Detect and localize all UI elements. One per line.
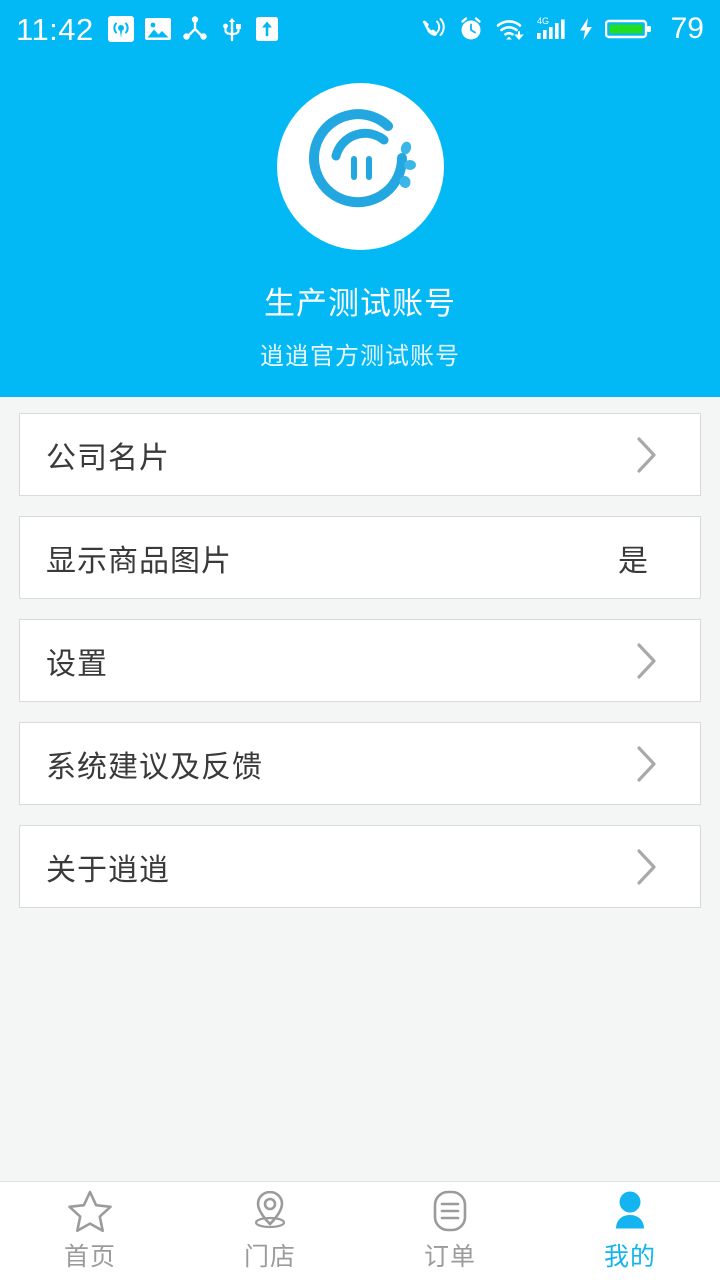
account-name: 生产测试账号: [264, 286, 456, 321]
tab-label: 订单: [423, 1243, 476, 1271]
tab-label: 首页: [63, 1243, 116, 1271]
charging-bolt-icon: [577, 15, 595, 43]
battery-icon: [604, 15, 653, 43]
tab-home[interactable]: 首页: [0, 1182, 180, 1280]
location-pin-icon: [247, 1189, 293, 1233]
menu-row-settings[interactable]: 设置: [19, 619, 701, 702]
order-list-icon: [428, 1189, 472, 1233]
bottom-tab-bar: 首页 门店 订单 我的: [0, 1181, 720, 1280]
menu-row-label: 设置: [46, 647, 108, 681]
avatar[interactable]: [276, 83, 444, 250]
usb-icon: [218, 15, 246, 43]
hotspot-icon: [107, 15, 135, 43]
chevron-right-icon: [637, 642, 656, 679]
wifi-download-icon: [495, 15, 525, 43]
app-screen: 11:42 4G 79 生产测试账号 逍逍官方测试账号 公司名片 显示商品图片 …: [0, 0, 720, 1280]
tab-mine[interactable]: 我的: [540, 1182, 720, 1280]
menu-list: 公司名片 显示商品图片 是 设置 系统建议及反馈 关于逍逍: [0, 397, 720, 908]
upload-icon: [255, 15, 279, 43]
tab-orders[interactable]: 订单: [360, 1182, 540, 1280]
battery-percentage: 79: [670, 12, 704, 45]
person-icon: [608, 1189, 652, 1233]
chevron-right-icon: [637, 436, 656, 473]
menu-row-show-product-images[interactable]: 显示商品图片 是: [19, 516, 701, 599]
share-nodes-icon: [181, 15, 209, 43]
status-bar-left-icons: [107, 15, 279, 43]
chevron-right-icon: [637, 848, 656, 885]
menu-row-label: 系统建议及反馈: [46, 750, 263, 784]
star-icon: [67, 1189, 113, 1233]
tab-stores[interactable]: 门店: [180, 1182, 360, 1280]
signal-4g-icon: 4G: [535, 15, 567, 43]
menu-row-feedback[interactable]: 系统建议及反馈: [19, 722, 701, 805]
status-bar: 11:42 4G 79: [0, 0, 720, 58]
svg-text:4G: 4G: [537, 16, 549, 26]
profile-header: 生产测试账号 逍逍官方测试账号: [0, 58, 720, 397]
image-icon: [144, 15, 172, 43]
menu-row-label: 关于逍逍: [46, 853, 170, 887]
alarm-clock-icon: [457, 15, 485, 43]
menu-row-label: 显示商品图片: [46, 544, 232, 578]
menu-row-value: 是: [618, 544, 648, 578]
menu-row-about[interactable]: 关于逍逍: [19, 825, 701, 908]
menu-row-company-card[interactable]: 公司名片: [19, 413, 701, 496]
chevron-right-icon: [637, 745, 656, 782]
vibrate-call-icon: [419, 15, 447, 43]
tab-label: 我的: [603, 1243, 656, 1271]
xiaoxiao-logo-icon: [296, 100, 424, 233]
status-bar-time: 11:42: [16, 11, 94, 47]
menu-row-label: 公司名片: [46, 441, 170, 475]
status-bar-right-icons: 4G 79: [419, 14, 704, 44]
account-subtitle: 逍逍官方测试账号: [260, 343, 460, 370]
tab-label: 门店: [243, 1243, 296, 1271]
